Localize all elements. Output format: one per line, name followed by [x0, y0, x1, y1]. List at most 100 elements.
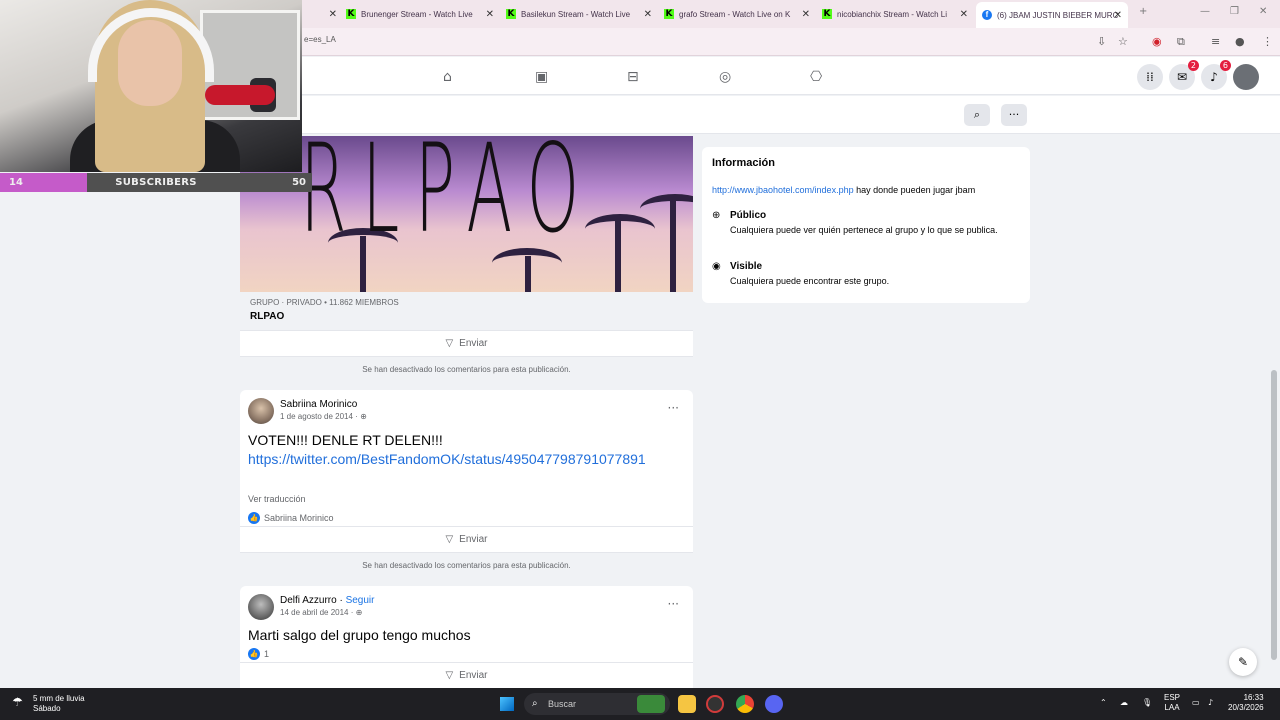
- opera-gx-icon[interactable]: [706, 695, 724, 713]
- subs-goal: 50: [292, 177, 306, 188]
- post-author[interactable]: Sabriina Morinico: [280, 399, 357, 410]
- clock-date: 20/3/2026: [1228, 703, 1264, 712]
- more-options-icon[interactable]: ···: [1001, 104, 1027, 126]
- palm-frond: [585, 214, 655, 244]
- post-options-icon[interactable]: ···: [668, 597, 679, 611]
- discord-icon[interactable]: [765, 695, 783, 713]
- gaming-icon[interactable]: ⎔: [810, 69, 822, 85]
- close-tab-icon[interactable]: ✕: [644, 9, 652, 20]
- restore-icon[interactable]: ❐: [1230, 6, 1239, 17]
- tab-basilekun[interactable]: K Basilekun Stream - Watch Live ✕: [506, 4, 652, 24]
- file-explorer-icon[interactable]: [678, 695, 696, 713]
- post-date[interactable]: 1 de agosto de 2014 · ⊕: [280, 412, 367, 421]
- tab-grafo[interactable]: K grafo Stream - Watch Live on K ✕: [664, 4, 810, 24]
- install-app-icon[interactable]: ⇩: [1097, 35, 1106, 49]
- tab-nicobianchix[interactable]: K nicobianchix Stream - Watch Li ✕: [822, 4, 968, 24]
- send-icon: ▽: [445, 670, 454, 681]
- post-options-icon[interactable]: ···: [668, 401, 679, 415]
- kick-icon: K: [664, 9, 674, 19]
- onedrive-icon[interactable]: ☁: [1120, 698, 1128, 708]
- language-indicator[interactable]: ESP LAA: [1164, 693, 1180, 713]
- extensions-icon[interactable]: ⧉: [1177, 35, 1185, 49]
- volume-icon[interactable]: ♪: [1208, 698, 1213, 708]
- post-author[interactable]: Delfi Azzurro · Seguir: [280, 595, 374, 606]
- tab-previous[interactable]: ✕: [305, 4, 337, 24]
- weather-line2: Sábado: [33, 704, 61, 713]
- weather-line1: 5 mm de lluvia: [33, 694, 85, 703]
- comments-disabled-notice: Se han desactivado los comentarios para …: [240, 552, 693, 578]
- avatar[interactable]: [248, 398, 274, 424]
- info-link[interactable]: http://www.jbaohotel.com/index.php: [712, 185, 854, 195]
- account-avatar[interactable]: [1233, 64, 1259, 90]
- new-tab-icon[interactable]: +: [1139, 6, 1147, 17]
- new-message-compose-icon[interactable]: ✎: [1229, 648, 1257, 676]
- search-group-icon[interactable]: ⌕: [964, 104, 990, 126]
- microphone: [205, 85, 275, 105]
- send-button[interactable]: ▽ Enviar: [240, 662, 693, 688]
- video-icon[interactable]: ▣: [535, 69, 548, 85]
- subscriber-goal-bar: 14 SUBSCRIBERS 50: [0, 173, 312, 192]
- tab-facebook-active[interactable]: f (6) JBAM JUSTIN BIEBER MURC ✕: [976, 2, 1128, 28]
- group-cover-image[interactable]: RLPAO: [240, 136, 693, 292]
- comments-disabled-notice: Se han desactivado los comentarios para …: [240, 356, 693, 382]
- microphone-icon[interactable]: 🎙: [1142, 698, 1152, 708]
- tab-label: Basilekun Stream - Watch Live: [521, 9, 631, 19]
- close-tab-icon[interactable]: ✕: [1114, 10, 1122, 21]
- opera-extension-icon[interactable]: ◉: [1152, 35, 1162, 49]
- notifications-bell-icon[interactable]: ♪ 6: [1201, 60, 1231, 90]
- globe-icon: ⊕: [360, 412, 367, 421]
- rain-icon: ☂: [12, 695, 23, 709]
- reactions-summary[interactable]: 👍 1: [248, 648, 269, 660]
- see-translation-link[interactable]: Ver traducción: [248, 494, 306, 504]
- like-icon: 👍: [248, 648, 260, 660]
- post-text: Marti salgo del grupo tengo muchos: [248, 627, 471, 643]
- marketplace-icon[interactable]: ⊟: [627, 69, 639, 85]
- group-name[interactable]: RLPAO: [250, 311, 284, 322]
- page-scrollbar[interactable]: [1271, 370, 1277, 660]
- groups-icon[interactable]: ◎: [719, 69, 731, 85]
- tab-brunenger[interactable]: K Brunenger Stream - Watch Live ✕: [346, 4, 494, 24]
- globe-icon: ⊕: [355, 608, 363, 617]
- menu-grid-icon[interactable]: ⁞⁞: [1137, 64, 1163, 90]
- tab-label: grafo Stream - Watch Live on K: [679, 9, 791, 19]
- search-highlight-icon[interactable]: [637, 695, 665, 713]
- windows-start-icon[interactable]: [500, 697, 514, 711]
- home-icon[interactable]: ⌂: [443, 69, 452, 85]
- close-tab-icon[interactable]: ✕: [486, 9, 494, 20]
- show-hidden-icons-icon[interactable]: ⌃: [1100, 698, 1107, 708]
- send-label: Enviar: [459, 534, 488, 545]
- post-date[interactable]: 14 de abril de 2014 · ⊕: [280, 608, 362, 617]
- weather-widget[interactable]: ☂ 5 mm de lluvia Sábado: [12, 694, 85, 714]
- messenger-icon[interactable]: ✉ 2: [1169, 60, 1199, 90]
- send-label: Enviar: [459, 670, 488, 681]
- system-clock[interactable]: 16:33 20/3/2026: [1228, 693, 1264, 713]
- close-tab-icon[interactable]: ✕: [960, 9, 968, 20]
- profile-icon[interactable]: ●: [1235, 35, 1245, 49]
- media-queue-icon[interactable]: ≡: [1211, 35, 1220, 49]
- avatar[interactable]: [248, 594, 274, 620]
- visibility-description: Cualquiera puede encontrar este grupo.: [730, 276, 890, 286]
- browser-menu-icon[interactable]: ⋮: [1262, 35, 1273, 49]
- post-author-name: Delfi Azzurro: [280, 595, 337, 606]
- close-window-icon[interactable]: ✕: [1259, 6, 1267, 17]
- group-meta[interactable]: GRUPO · PRIVADO • 11.862 MIEMBROS RLPAO: [240, 292, 693, 330]
- reactions-summary[interactable]: 👍 Sabriina Morinico: [248, 512, 334, 524]
- notifications-badge: 6: [1219, 60, 1231, 71]
- minimize-icon[interactable]: —: [1200, 6, 1210, 17]
- network-icon[interactable]: ▭: [1192, 698, 1200, 708]
- close-tab-icon[interactable]: ✕: [329, 9, 337, 20]
- send-button[interactable]: ▽ Enviar: [240, 330, 693, 356]
- subs-label: SUBSCRIBERS: [115, 177, 197, 188]
- messenger-badge: 2: [1187, 60, 1199, 71]
- info-title: Información: [712, 157, 775, 169]
- close-tab-icon[interactable]: ✕: [802, 9, 810, 20]
- follow-link[interactable]: Seguir: [346, 595, 375, 606]
- post-link[interactable]: https://twitter.com/BestFandomOK/status/…: [248, 450, 688, 468]
- taskbar: ☂ 5 mm de lluvia Sábado ⌕ Buscar ⌃ ☁ 🎙 E…: [0, 688, 1280, 720]
- send-icon: ▽: [445, 338, 454, 349]
- chrome-icon[interactable]: [736, 695, 754, 713]
- url-text[interactable]: e=es_LA: [304, 35, 336, 44]
- info-description: http://www.jbaohotel.com/index.php hay d…: [712, 185, 975, 195]
- send-button[interactable]: ▽ Enviar: [240, 526, 693, 552]
- bookmark-star-icon[interactable]: ☆: [1118, 35, 1128, 49]
